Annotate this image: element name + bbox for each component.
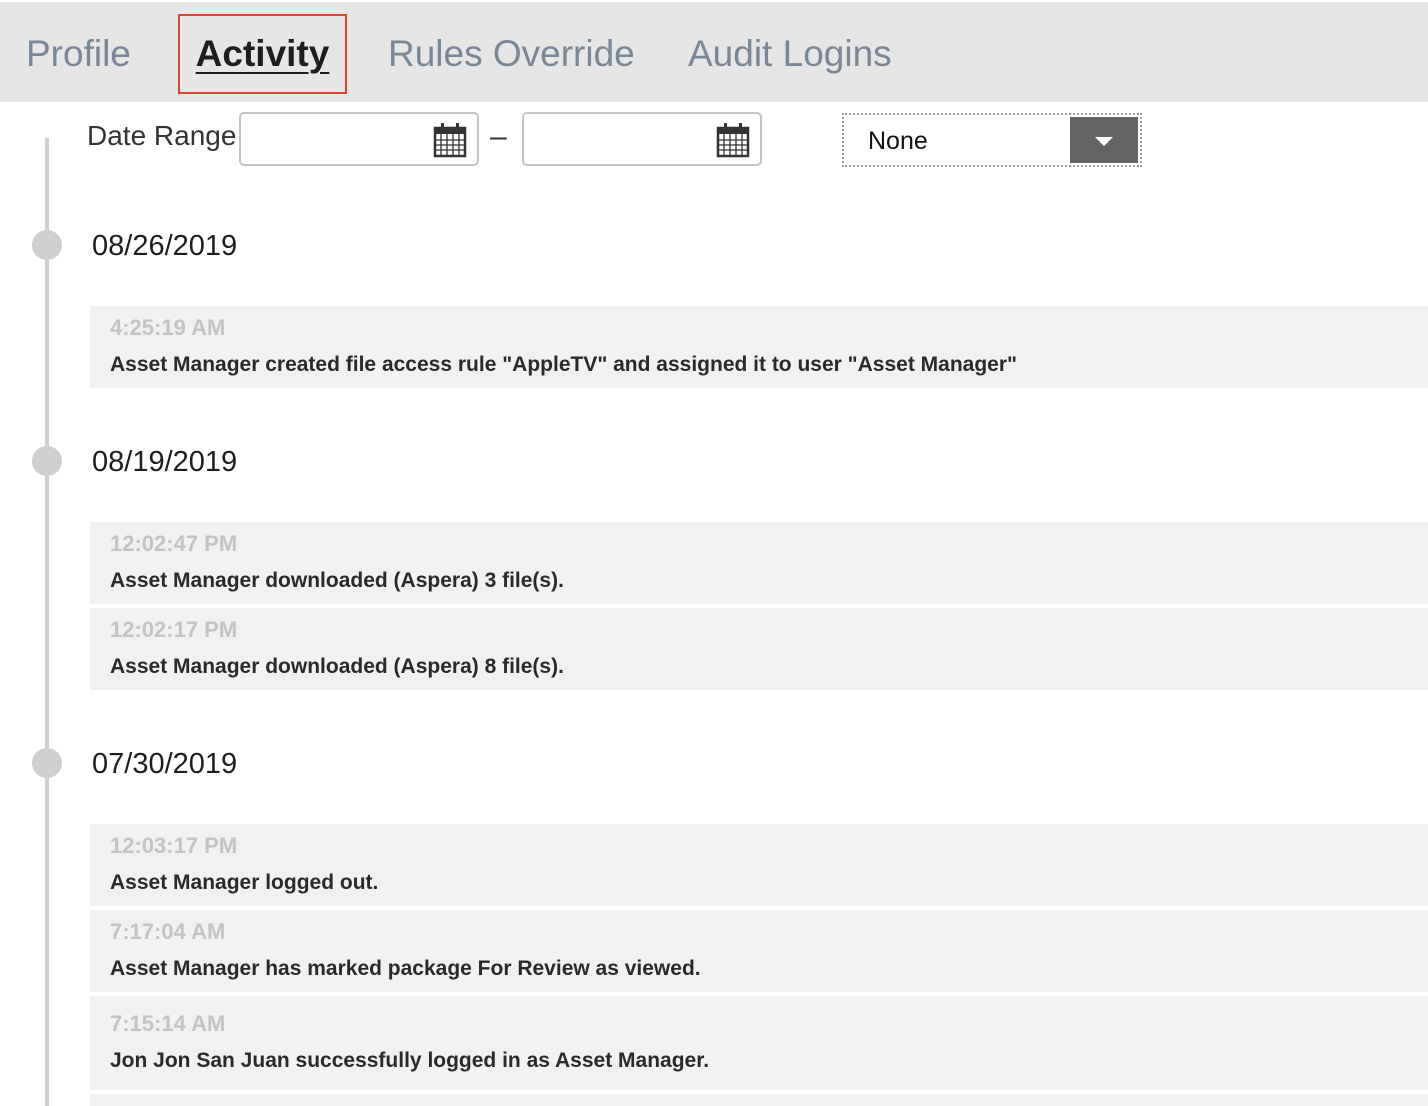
chevron-down-icon xyxy=(1095,137,1113,146)
timeline-line xyxy=(45,138,49,1106)
entry-message: Asset Manager created file access rule "… xyxy=(110,353,1017,376)
list-item: 7:17:04 AM Asset Manager has marked pack… xyxy=(90,910,1428,992)
entry-message: Asset Manager downloaded (Aspera) 3 file… xyxy=(110,569,564,592)
date-to-input[interactable] xyxy=(532,120,707,158)
select-value: None xyxy=(868,127,928,155)
calendar-icon[interactable] xyxy=(716,122,750,158)
date-heading: 07/30/2019 xyxy=(92,748,238,780)
list-item: 12:02:17 PM Asset Manager downloaded (As… xyxy=(90,608,1428,690)
tab-audit-logins[interactable]: Audit Logins xyxy=(688,14,892,94)
calendar-icon[interactable] xyxy=(433,122,467,158)
entry-time: 12:02:47 PM xyxy=(110,531,238,556)
range-separator: – xyxy=(490,120,507,153)
timeline-dot xyxy=(32,230,62,260)
entry-message: Asset Manager downloaded (Aspera) 8 file… xyxy=(110,655,564,678)
tab-activity-label: Activity xyxy=(195,33,330,74)
entry-time: 12:03:17 PM xyxy=(110,833,238,858)
entry-message: Jon Jon San Juan successfully logged in … xyxy=(110,1049,710,1072)
date-from-input[interactable] xyxy=(249,120,424,158)
list-item: 12:02:47 PM Asset Manager downloaded (As… xyxy=(90,522,1428,604)
entry-time: 7:17:04 AM xyxy=(110,919,226,944)
date-range-label: Date Range xyxy=(87,120,237,151)
tab-profile[interactable]: Profile xyxy=(26,14,131,94)
activity-type-select[interactable]: None xyxy=(842,113,1142,167)
tab-bar: Profile Activity Rules Override Audit Lo… xyxy=(0,2,1428,102)
date-heading: 08/19/2019 xyxy=(92,446,238,478)
date-to-field[interactable] xyxy=(522,112,762,166)
list-item: 7:15:14 AM Jon Jon San Juan successfully… xyxy=(90,996,1428,1090)
entry-time: 12:02:17 PM xyxy=(110,617,238,642)
entry-time: 7:15:14 AM xyxy=(110,1011,226,1036)
select-dropdown-button[interactable] xyxy=(1070,117,1138,163)
list-item: 4:25:19 AM Asset Manager created file ac… xyxy=(90,306,1428,388)
tab-rules-override[interactable]: Rules Override xyxy=(388,14,635,94)
date-heading: 08/26/2019 xyxy=(92,230,238,262)
list-item: 12:03:17 PM Asset Manager logged out. xyxy=(90,824,1428,906)
timeline-dot xyxy=(32,748,62,778)
entry-message: Asset Manager logged out. xyxy=(110,871,379,894)
date-from-field[interactable] xyxy=(239,112,479,166)
entry-time: 4:25:19 AM xyxy=(110,315,226,340)
entry-message: Asset Manager has marked package For Rev… xyxy=(110,957,701,980)
tab-activity[interactable]: Activity xyxy=(178,14,347,94)
list-item xyxy=(90,1094,1428,1106)
timeline-dot xyxy=(32,446,62,476)
